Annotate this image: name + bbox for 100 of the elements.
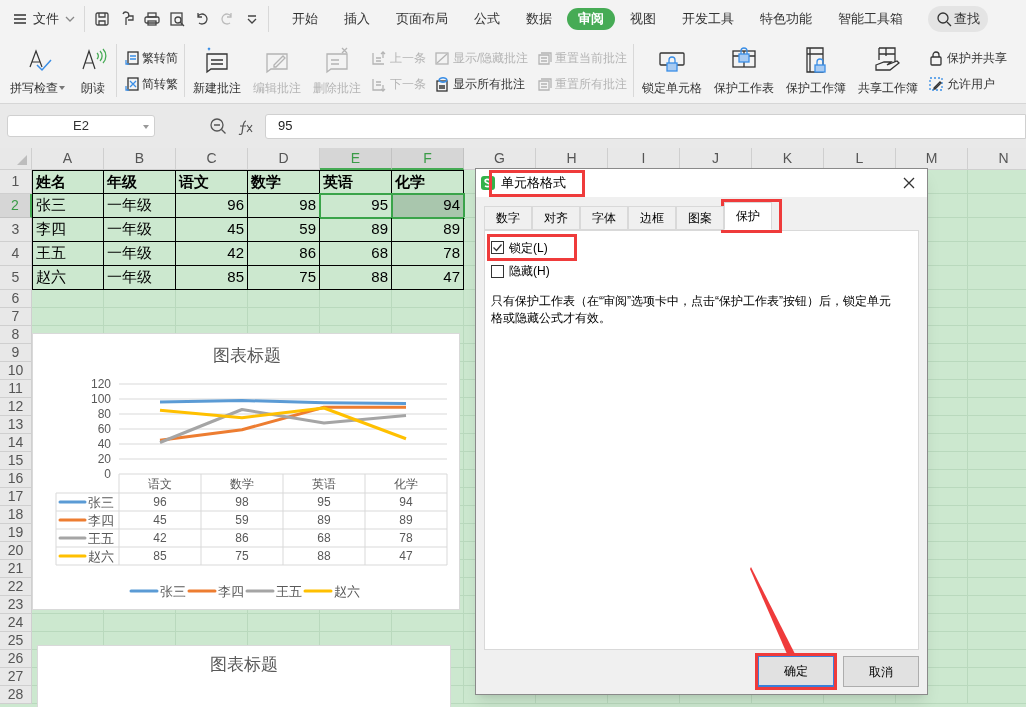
name-box[interactable]: E2	[7, 115, 155, 137]
zoom-out-icon	[209, 117, 227, 135]
table-cell: 一年级	[104, 242, 176, 266]
row-header[interactable]: 17	[0, 488, 32, 506]
row-header[interactable]: 16	[0, 470, 32, 488]
ribbon-button[interactable]: 拼写检查	[8, 38, 68, 103]
menu-icon	[12, 11, 28, 27]
column-header[interactable]: A	[32, 148, 104, 170]
row-header[interactable]: 6	[0, 290, 32, 308]
row-header[interactable]: 11	[0, 380, 32, 398]
row-header[interactable]: 27	[0, 668, 32, 686]
ribbon-tab[interactable]: 插入	[333, 8, 381, 30]
checkbox[interactable]	[491, 264, 504, 278]
table-cell: 42	[176, 242, 248, 266]
ribbon-tab[interactable]: 智能工具箱	[827, 8, 914, 30]
table-cell: 75	[248, 266, 320, 290]
table-cell: 89	[392, 218, 464, 242]
ribbon-button[interactable]: 保护并共享	[928, 48, 1008, 67]
row-header[interactable]: 5	[0, 266, 32, 290]
ribbon-button[interactable]: 繁转简	[123, 48, 178, 67]
row-header[interactable]: 1	[0, 170, 32, 194]
ribbon-button[interactable]: 新建批注	[191, 38, 243, 103]
dialog-tab[interactable]: 对齐	[532, 206, 580, 230]
table-cell: 45	[176, 218, 248, 242]
legend-key	[58, 518, 87, 522]
caret-icon	[142, 123, 150, 131]
row-header[interactable]: 22	[0, 578, 32, 596]
row-header[interactable]: 19	[0, 524, 32, 542]
table-cell: 一年级	[104, 218, 176, 242]
row-header[interactable]: 3	[0, 218, 32, 242]
formula-field[interactable]: 95	[265, 113, 1026, 139]
dialog-tab[interactable]: 保护	[724, 202, 772, 230]
table-cell: 94	[392, 194, 464, 218]
row-header[interactable]: 10	[0, 362, 32, 380]
row-header[interactable]: 8	[0, 326, 32, 344]
data-table-value: 86	[235, 531, 249, 545]
table-cell: 张三	[32, 194, 104, 218]
ribbon-button[interactable]: 朗读	[76, 38, 110, 103]
row-header[interactable]: 25	[0, 632, 32, 650]
row-header[interactable]: 20	[0, 542, 32, 560]
row-header[interactable]: 21	[0, 560, 32, 578]
axis-tick-label: 60	[97, 422, 111, 436]
category-label: 数学	[230, 477, 254, 491]
ribbon-tab[interactable]: 页面布局	[385, 8, 459, 30]
ribbon-button[interactable]: 共享工作簿	[856, 38, 921, 103]
column-header[interactable]: B	[104, 148, 176, 170]
row-header[interactable]: 14	[0, 434, 32, 452]
row-header[interactable]: 12	[0, 398, 32, 416]
legend-key	[245, 589, 275, 593]
ribbon-tab[interactable]: 视图	[619, 8, 667, 30]
category-label: 语文	[148, 477, 172, 491]
row-header[interactable]: 7	[0, 308, 32, 326]
ribbon-tab[interactable]: 特色功能	[749, 8, 823, 30]
row-header[interactable]: 18	[0, 506, 32, 524]
table-cell: 王五	[32, 242, 104, 266]
grid-cell	[104, 290, 176, 308]
ribbon-button[interactable]: 简转繁	[123, 74, 178, 93]
dialog-button[interactable]: 确定	[758, 656, 834, 687]
dialog-button[interactable]: 取消	[843, 656, 919, 687]
column-header[interactable]: C	[176, 148, 248, 170]
ribbon-button[interactable]: 允许用户	[928, 74, 1008, 93]
edit-range-icon	[928, 75, 945, 92]
row-header[interactable]: 24	[0, 614, 32, 632]
row-header[interactable]: 4	[0, 242, 32, 266]
close-icon	[902, 176, 916, 190]
axis-tick-label: 80	[97, 407, 111, 421]
dialog-tab[interactable]: 边框	[628, 206, 676, 230]
ribbon-button[interactable]: 保护工作表	[712, 38, 777, 103]
data-table-value: 89	[317, 513, 331, 527]
dialog-title: 单元格格式	[501, 174, 566, 193]
grid-cell	[248, 290, 320, 308]
file-menu[interactable]: 文件	[12, 6, 76, 32]
ribbon-tab[interactable]: 数据	[515, 8, 563, 30]
dialog-tab[interactable]: 数字	[484, 206, 532, 230]
row-header[interactable]: 26	[0, 650, 32, 668]
table-cell: 姓名	[32, 170, 104, 194]
reset-icon	[536, 49, 553, 66]
dialog-tab[interactable]: 图案	[676, 206, 724, 230]
ribbon-tab[interactable]: 开始	[281, 8, 329, 30]
table-cell: 88	[320, 266, 392, 290]
row-header[interactable]: 9	[0, 344, 32, 362]
row-header[interactable]: 28	[0, 686, 32, 704]
table-cell: 一年级	[104, 266, 176, 290]
ribbon-tab[interactable]: 公式	[463, 8, 511, 30]
search-button[interactable]: 查找	[928, 6, 988, 32]
legend-key	[58, 554, 87, 558]
row-header[interactable]: 23	[0, 596, 32, 614]
checkbox[interactable]	[491, 241, 504, 254]
row-header[interactable]: 13	[0, 416, 32, 434]
ribbon-button[interactable]: 显示所有批注	[434, 74, 529, 93]
column-header[interactable]: N	[968, 148, 1026, 170]
legend-label: 赵六	[334, 584, 360, 599]
row-header[interactable]: 15	[0, 452, 32, 470]
ribbon-button[interactable]: 锁定单元格	[640, 38, 705, 103]
ribbon-tab[interactable]: 开发工具	[671, 8, 745, 30]
print-preview-icon	[168, 10, 186, 28]
ribbon-button[interactable]: 保护工作簿	[784, 38, 849, 103]
data-table-value: 68	[317, 531, 331, 545]
close-button[interactable]	[901, 175, 917, 191]
dialog-tab[interactable]: 字体	[580, 206, 628, 230]
